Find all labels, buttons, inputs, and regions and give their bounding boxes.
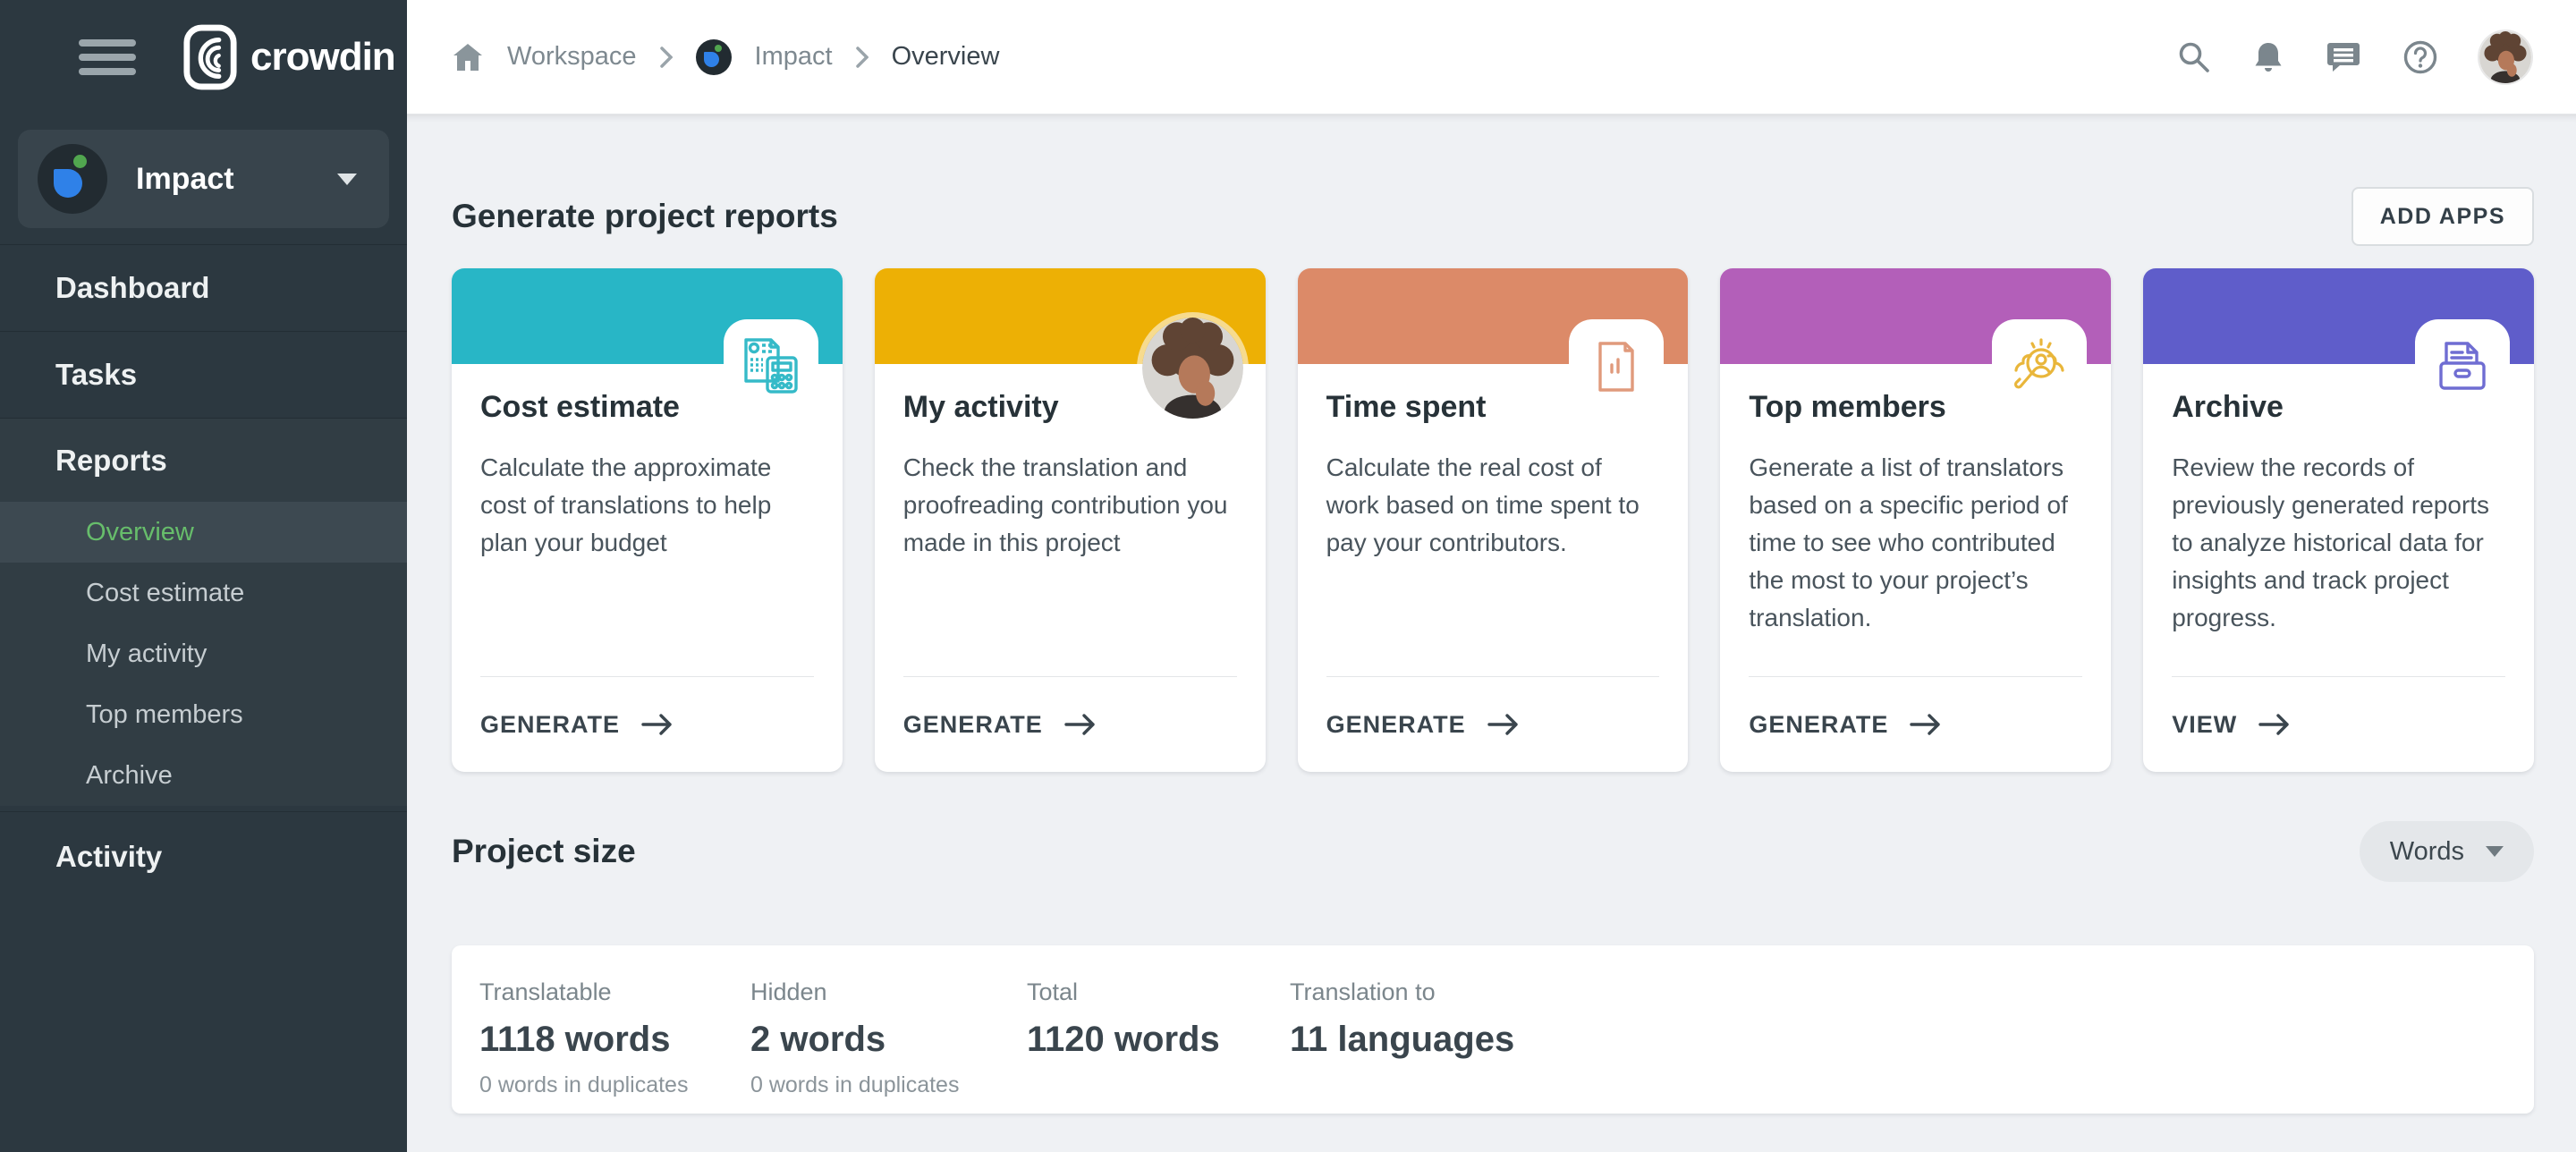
arrow-right-icon [641,713,674,736]
sidebar-subitem-cost-estimate[interactable]: Cost estimate [0,563,407,623]
user-avatar[interactable] [2479,31,2531,83]
notifications-bell-icon[interactable] [2252,40,2284,74]
add-apps-button[interactable]: ADD APPS [2351,187,2534,246]
sidebar-subitem-archive[interactable]: Archive [0,745,407,806]
chevron-down-icon [337,174,357,185]
generate-label: GENERATE [1749,711,1888,739]
card-description: Review the records of previously generat… [2172,449,2505,637]
impact-project-logo-icon [38,144,107,214]
project-selector-label: Impact [136,162,234,197]
card-description: Calculate the approximate cost of transl… [480,449,814,562]
sidebar-item-dashboard[interactable]: Dashboard [0,244,407,331]
invoice-calculator-icon [724,319,818,414]
generate-label: GENERATE [1326,711,1466,739]
chevron-right-icon [856,47,869,68]
view-label: VIEW [2172,711,2237,739]
sidebar: crowdin Impact Dashboard Tasks Reports O… [0,0,407,1152]
breadcrumb-project[interactable]: Impact [755,42,833,72]
time-report-icon [1569,319,1664,414]
sidebar-item-reports[interactable]: Reports [0,419,407,502]
generate-link[interactable]: GENERATE [1749,676,2082,772]
view-link[interactable]: VIEW [2172,676,2505,772]
page-title: Generate project reports [452,198,838,235]
sidebar-reports-group: Reports Overview Cost estimate My activi… [0,418,407,806]
generate-link[interactable]: GENERATE [903,676,1237,772]
project-selector[interactable]: Impact [18,130,389,228]
card-description: Generate a list of translators based on … [1749,449,2082,637]
stat-translatable: Translatable 1118 words 0 words in dupli… [479,978,750,1114]
sidebar-item-activity[interactable]: Activity [0,811,407,901]
breadcrumb-current-page: Overview [892,42,1000,72]
archive-box-icon [2415,319,2510,414]
sidebar-item-tasks[interactable]: Tasks [0,331,407,418]
logo-row: crowdin [0,0,407,114]
chevron-right-icon [660,47,673,68]
card-time-spent: Time spent Calculate the real cost of wo… [1298,268,1689,772]
reports-header-row: Generate project reports ADD APPS [452,187,2534,246]
stat-translation-to: Translation to 11 languages [1290,978,1514,1114]
main-content: Generate project reports ADD APPS [407,114,2576,1152]
sidebar-subitem-my-activity[interactable]: My activity [0,623,407,684]
generate-link[interactable]: GENERATE [1326,676,1660,772]
stat-total: Total 1120 words [1027,978,1290,1114]
generate-label: GENERATE [903,711,1043,739]
sidebar-subitem-top-members[interactable]: Top members [0,684,407,745]
menu-hamburger-icon[interactable] [79,39,136,75]
home-icon[interactable] [452,41,484,73]
card-my-activity: My activity Check the translation and pr… [875,268,1266,772]
generate-label: GENERATE [480,711,620,739]
arrow-right-icon [1487,713,1520,736]
help-icon[interactable] [2402,39,2438,75]
project-size-header-row: Project size Words [452,821,2534,882]
stat-hidden: Hidden 2 words 0 words in duplicates [750,978,1027,1114]
card-archive: Archive Review the records of previously… [2143,268,2534,772]
arrow-right-icon [1910,713,1942,736]
arrow-right-icon [2258,713,2291,736]
crowdin-logo-icon [182,23,238,91]
search-icon[interactable] [2177,40,2211,74]
generate-link[interactable]: GENERATE [480,676,814,772]
user-avatar [1142,318,1243,419]
breadcrumb: Workspace Impact Overview [452,39,999,75]
project-size-title: Project size [452,833,636,870]
arrow-right-icon [1064,713,1097,736]
impact-project-logo-icon [696,39,732,75]
breadcrumb-workspace[interactable]: Workspace [507,42,637,72]
topbar-actions [2177,31,2531,83]
card-cost-estimate: Cost estimate Calculate the approximate … [452,268,843,772]
report-cards: Cost estimate Calculate the approximate … [452,268,2534,772]
project-size-stats: Translatable 1118 words 0 words in dupli… [452,945,2534,1114]
member-search-icon [1992,319,2087,414]
topbar: Workspace Impact Overview [407,0,2576,114]
units-dropdown[interactable]: Words [2360,821,2534,882]
card-top-members: Top members Generate a list of translato… [1720,268,2111,772]
crowdin-logo[interactable]: crowdin [182,23,395,91]
sidebar-nav: Dashboard Tasks Reports Overview Cost es… [0,244,407,901]
crowdin-wordmark: crowdin [250,35,395,80]
units-dropdown-value: Words [2390,837,2464,867]
sidebar-subitem-overview[interactable]: Overview [0,502,407,563]
card-description: Check the translation and proofreading c… [903,449,1237,562]
card-description: Calculate the real cost of work based on… [1326,449,1660,562]
messages-icon[interactable] [2326,40,2361,74]
chevron-down-icon [2486,846,2504,857]
